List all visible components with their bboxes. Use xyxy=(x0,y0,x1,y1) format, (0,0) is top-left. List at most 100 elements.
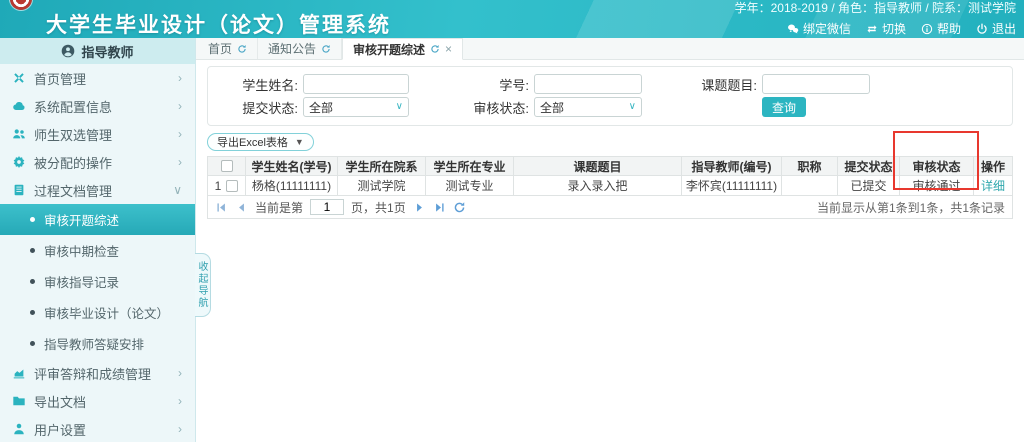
cell-submit-status: 已提交 xyxy=(838,176,900,196)
sidebar-subitem-review-thesis[interactable]: 审核毕业设计（论文） xyxy=(0,297,195,328)
student-name-input[interactable] xyxy=(303,74,409,94)
logout-button[interactable]: 退出 xyxy=(976,20,1016,37)
switch-icon xyxy=(866,23,878,35)
col-major: 学生所在专业 xyxy=(426,157,514,176)
cloud-icon xyxy=(12,99,26,113)
refresh-icon[interactable] xyxy=(321,44,331,54)
bullet-icon xyxy=(30,341,35,346)
cell-department: 测试学院 xyxy=(338,176,426,196)
chevron-down-icon: ∨ xyxy=(173,184,182,196)
chevron-right-icon: › xyxy=(178,156,182,168)
col-topic: 课题题目 xyxy=(514,157,682,176)
sidebar-subitem-review-guidance-record[interactable]: 审核指导记录 xyxy=(0,266,195,297)
sidebar-item-mutual-selection[interactable]: 师生双选管理 › xyxy=(0,120,195,148)
bullet-icon xyxy=(30,310,35,315)
chevron-right-icon: › xyxy=(178,367,182,379)
col-student-name: 学生姓名(学号) xyxy=(246,157,338,176)
prev-page-icon[interactable] xyxy=(235,201,248,214)
sidebar-item-user-settings[interactable]: 用户设置 › xyxy=(0,415,195,442)
search-panel: 学生姓名: 学号: 课题题目: xyxy=(207,66,1013,126)
table-header-row: 学生姓名(学号) 学生所在院系 学生所在专业 课题题目 指导教师(编号) 职称 … xyxy=(208,157,1013,176)
session-meta: 学年：2018-2019 / 角色：指导教师 / 院系：测试学院 xyxy=(735,1,1016,16)
sidebar-subitem-review-proposal[interactable]: 审核开题综述 xyxy=(0,204,195,235)
sidebar-subitem-review-midterm[interactable]: 审核中期检查 xyxy=(0,235,195,266)
chevron-right-icon: › xyxy=(178,72,182,84)
sidebar-item-process-documents[interactable]: 过程文档管理 ∨ xyxy=(0,176,195,204)
detail-link[interactable]: 详细 xyxy=(981,179,1005,193)
tools-icon xyxy=(12,71,26,85)
folder-icon xyxy=(12,394,26,408)
users-icon xyxy=(12,127,26,141)
cell-topic: 录入录入把 xyxy=(514,176,682,196)
submit-status-select[interactable]: 全部 ∨ xyxy=(303,97,409,117)
sidebar-item-export-documents[interactable]: 导出文档 › xyxy=(0,387,195,415)
help-button[interactable]: 帮助 xyxy=(921,20,961,37)
bullet-icon xyxy=(30,217,35,222)
refresh-icon[interactable] xyxy=(453,201,466,214)
select-all-checkbox[interactable] xyxy=(221,160,233,172)
row-index: 1 xyxy=(215,179,222,193)
cell-major: 测试专业 xyxy=(426,176,514,196)
sidebar-role-header: 指导教师 xyxy=(0,38,195,64)
review-status-select[interactable]: 全部 ∨ xyxy=(534,97,642,117)
bullet-icon xyxy=(30,248,35,253)
tab-home[interactable]: 首页 xyxy=(198,38,258,59)
sidebar-item-system-config[interactable]: 系统配置信息 › xyxy=(0,92,195,120)
select-chevron-icon: ∨ xyxy=(396,102,403,112)
close-icon[interactable]: × xyxy=(445,42,452,56)
next-page-icon[interactable] xyxy=(413,201,426,214)
help-icon xyxy=(921,23,933,35)
last-page-icon[interactable] xyxy=(433,201,446,214)
bind-wechat-button[interactable]: 绑定微信 xyxy=(787,20,851,37)
caret-down-icon: ▼ xyxy=(295,138,304,147)
pagination-bar: 当前是第 页，共1页 当前显示从第1条到1条，共1条记录 xyxy=(207,196,1013,219)
export-excel-button[interactable]: 导出Excel表格 ▼ xyxy=(207,133,314,151)
cell-advisor: 李怀宾(11111111) xyxy=(682,176,782,196)
user-circle-icon xyxy=(61,44,75,58)
chevron-right-icon: › xyxy=(178,100,182,112)
cell-title xyxy=(782,176,838,196)
sidebar-item-home-management[interactable]: 首页管理 › xyxy=(0,64,195,92)
select-chevron-icon: ∨ xyxy=(629,102,636,112)
sidebar-item-review-defense-grades[interactable]: 评审答辩和成绩管理 › xyxy=(0,359,195,387)
submit-status-label: 提交状态: xyxy=(208,98,303,117)
cell-actions: 详细允许修改 xyxy=(974,176,1013,196)
refresh-icon[interactable] xyxy=(430,44,440,54)
topic-title-input[interactable] xyxy=(762,74,870,94)
student-id-label: 学号: xyxy=(409,75,534,94)
switch-role-button[interactable]: 切换 xyxy=(866,20,906,37)
collapse-navigation-tab[interactable]: 收起导航 xyxy=(195,253,211,317)
content-area: 学生姓名: 学号: 课题题目: xyxy=(196,60,1024,442)
sidebar-item-assigned-operations[interactable]: 被分配的操作 › xyxy=(0,148,195,176)
student-name-label: 学生姓名: xyxy=(208,75,303,94)
cell-review-status: 审核通过 xyxy=(900,176,974,196)
tab-notices[interactable]: 通知公告 xyxy=(258,38,342,59)
app-title: 大学生毕业设计（论文）管理系统 xyxy=(46,9,391,39)
document-icon xyxy=(12,183,26,197)
query-button[interactable]: 查询 xyxy=(762,97,806,117)
tab-review-proposal[interactable]: 审核开题综述 × xyxy=(342,38,463,60)
record-count-summary: 当前显示从第1条到1条，共1条记录 xyxy=(817,199,1005,216)
row-checkbox[interactable] xyxy=(226,180,238,192)
col-department: 学生所在院系 xyxy=(338,157,426,176)
chevron-right-icon: › xyxy=(178,395,182,407)
table-row: 1 杨格(11111111) 测试学院 测试专业 录入录入把 李怀宾(11111… xyxy=(208,176,1013,196)
col-actions: 操作 xyxy=(974,157,1013,176)
chart-icon xyxy=(12,366,26,380)
university-logo xyxy=(10,0,32,10)
refresh-icon[interactable] xyxy=(237,44,247,54)
page-number-input[interactable] xyxy=(310,199,344,215)
wechat-icon xyxy=(787,23,799,35)
student-id-input[interactable] xyxy=(534,74,642,94)
app-window: 大学生毕业设计（论文）管理系统 学年：2018-2019 / 角色：指导教师 /… xyxy=(0,0,1024,442)
review-status-label: 审核状态: xyxy=(409,98,534,117)
bullet-icon xyxy=(30,279,35,284)
sidebar-subitem-advisor-qa-schedule[interactable]: 指导教师答疑安排 xyxy=(0,328,195,359)
tab-bar: 首页 通知公告 审核开题综述 × xyxy=(196,38,1024,60)
select-all-header xyxy=(208,157,246,176)
results-table: 学生姓名(学号) 学生所在院系 学生所在专业 课题题目 指导教师(编号) 职称 … xyxy=(207,156,1013,196)
page-suffix: 页，共1页 xyxy=(351,199,406,216)
first-page-icon[interactable] xyxy=(215,201,228,214)
sidebar: 指导教师 首页管理 › 系统配置信息 › 师生双选管理 › 被分配的操作 › xyxy=(0,38,196,442)
chevron-right-icon: › xyxy=(178,423,182,435)
